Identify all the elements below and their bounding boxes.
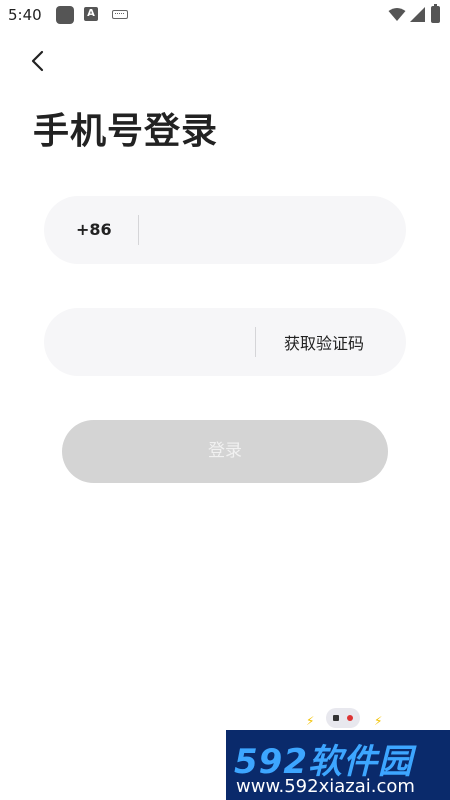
- verification-code-input[interactable]: [72, 322, 256, 364]
- chevron-left-icon: [31, 50, 44, 72]
- watermark: 592软件园 www.592xiazai.com: [226, 730, 450, 800]
- spark-left-icon: ⚡: [306, 714, 315, 728]
- phone-field[interactable]: +86: [44, 196, 406, 264]
- wifi-icon: [388, 8, 406, 21]
- verification-code-field[interactable]: 获取验证码: [44, 308, 406, 376]
- game-controller-icon: [326, 708, 360, 728]
- login-screen: 5:40 A 手机号登录 +86 获取验证码 登录 ⚡ ⚡ 592软件园 www…: [0, 0, 450, 800]
- status-time: 5:40: [8, 6, 42, 24]
- status-bar: 5:40 A: [0, 0, 450, 30]
- code-divider: [255, 327, 256, 357]
- battery-icon: [431, 4, 440, 23]
- page-title: 手机号登录: [33, 111, 219, 152]
- app-icon: [56, 6, 74, 24]
- country-code[interactable]: +86: [76, 220, 112, 239]
- a-icon: A: [84, 7, 98, 21]
- keyboard-icon: [112, 10, 128, 19]
- get-code-button[interactable]: 获取验证码: [284, 330, 364, 354]
- phone-divider: [138, 215, 139, 245]
- phone-input[interactable]: [152, 210, 386, 252]
- spark-right-icon: ⚡: [374, 714, 383, 728]
- back-button[interactable]: [26, 48, 50, 74]
- signal-icon: [410, 7, 425, 22]
- login-button[interactable]: 登录: [62, 420, 388, 483]
- watermark-url: www.592xiazai.com: [236, 776, 415, 797]
